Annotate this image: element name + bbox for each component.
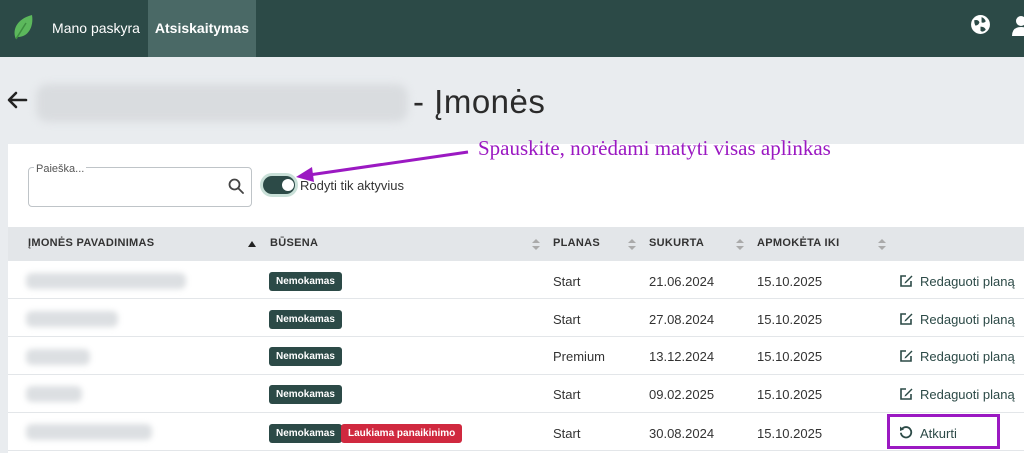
plan-cell: Start: [553, 312, 581, 327]
globe-icon[interactable]: [970, 14, 991, 35]
nav-billing[interactable]: Atsiskaitymas: [148, 0, 256, 57]
th-company-name[interactable]: ĮMONĖS PAVADINIMAS: [28, 237, 154, 249]
th-paid-until[interactable]: APMOKĖTA IKI: [757, 237, 839, 249]
status-badge: Nemokamas: [269, 310, 342, 329]
table-row: [8, 413, 1024, 451]
blurred-company-name: [26, 349, 90, 365]
blurred-company-name: [26, 273, 186, 289]
edit-icon[interactable]: [899, 387, 913, 401]
edit-icon[interactable]: [899, 349, 913, 363]
search-icon[interactable]: [228, 178, 244, 194]
paid-until-cell: 15.10.2025: [757, 349, 823, 364]
blurred-company-name: [26, 424, 152, 440]
sort-icon[interactable]: [628, 239, 636, 250]
th-plan[interactable]: PLANAS: [553, 237, 600, 249]
page-title: - Įmonės: [413, 83, 546, 120]
created-cell: 13.12.2024: [649, 349, 715, 364]
plan-cell: Start: [553, 426, 581, 441]
pending-deletion-badge: Laukiama panaikinimo: [341, 424, 463, 443]
restore-link[interactable]: Atkurti: [920, 426, 957, 441]
blurred-company-name: [26, 311, 118, 327]
leaf-logo-icon[interactable]: [12, 13, 34, 41]
edit-plan-link[interactable]: Redaguoti planą: [920, 274, 1015, 289]
created-cell: 09.02.2025: [649, 387, 715, 402]
sort-icon[interactable]: [878, 239, 886, 250]
toggle-knob: [282, 179, 294, 191]
created-cell: 30.08.2024: [649, 426, 715, 441]
status-badge: Nemokamas: [269, 424, 342, 443]
edit-plan-link[interactable]: Redaguoti planą: [920, 387, 1015, 402]
status-badge: Nemokamas: [269, 385, 342, 404]
table-row: [8, 299, 1024, 337]
annotation-text: Spauskite, norėdami matyti visas aplinka…: [478, 136, 831, 160]
paid-until-cell: 15.10.2025: [757, 274, 823, 289]
plan-cell: Premium: [553, 349, 606, 364]
th-created[interactable]: SUKURTA: [649, 237, 704, 249]
edit-icon[interactable]: [899, 312, 913, 326]
th-status[interactable]: BŪSENA: [270, 237, 318, 249]
sort-icon[interactable]: [532, 239, 540, 250]
table-row: [8, 337, 1024, 375]
table-row: [8, 375, 1024, 413]
blurred-company-name: [26, 386, 82, 402]
status-badge: Nemokamas: [269, 272, 342, 291]
paid-until-cell: 15.10.2025: [757, 312, 823, 327]
plan-cell: Start: [553, 387, 581, 402]
created-cell: 27.08.2024: [649, 312, 715, 327]
paid-until-cell: 15.10.2025: [757, 387, 823, 402]
nav-my-account[interactable]: Mano paskyra: [44, 0, 148, 57]
sort-asc-icon[interactable]: [248, 239, 256, 250]
sort-icon[interactable]: [736, 239, 744, 250]
active-only-label: Rodyti tik aktyvius: [300, 178, 405, 193]
edit-icon[interactable]: [899, 274, 913, 288]
search-label: Paieška...: [34, 163, 87, 175]
edit-plan-link[interactable]: Redaguoti planą: [920, 349, 1015, 364]
edit-plan-link[interactable]: Redaguoti planą: [920, 312, 1015, 327]
status-badge: Nemokamas: [269, 347, 342, 366]
paid-until-cell: 15.10.2025: [757, 426, 823, 441]
restore-icon[interactable]: [899, 425, 913, 439]
back-arrow-icon[interactable]: [6, 89, 28, 111]
blurred-organization-name: [36, 84, 408, 122]
created-cell: 21.06.2024: [649, 274, 715, 289]
user-icon[interactable]: [1012, 14, 1024, 36]
table-header: [8, 227, 1024, 261]
plan-cell: Start: [553, 274, 581, 289]
